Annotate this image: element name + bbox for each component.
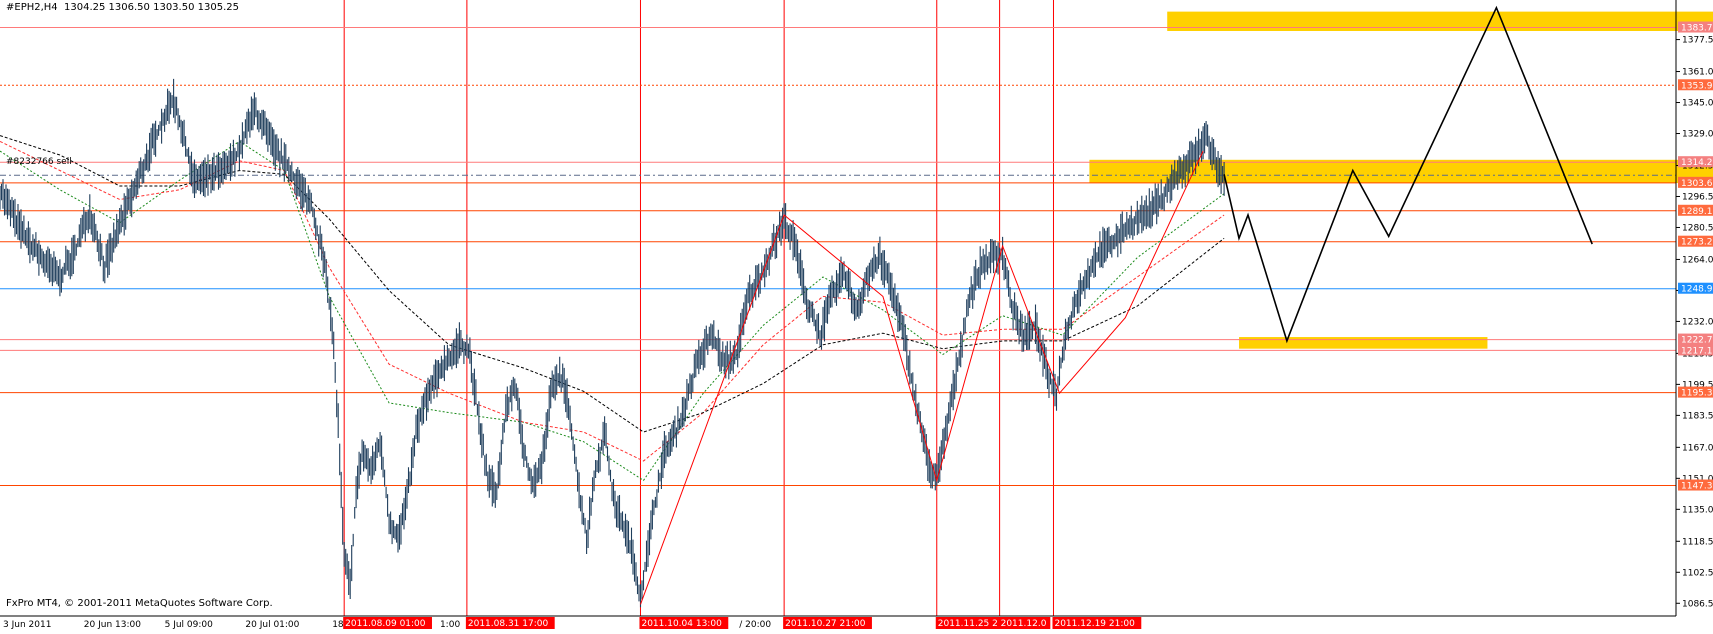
time-marker-tag-label: 2011.12.19 21:00 bbox=[1054, 619, 1135, 629]
price-chart[interactable]: 1377.571361.071345.071329.071312.571296.… bbox=[0, 0, 1713, 630]
y-tick-label: 1377.57 bbox=[1682, 36, 1713, 46]
time-marker-tag-label: 2011.10.04 13:00 bbox=[641, 619, 722, 629]
moving-average-line bbox=[0, 140, 1225, 462]
time-marker-tag-label: 2011.08.31 17:00 bbox=[468, 619, 549, 629]
time-marker-tag-label: 2011.12.0 bbox=[1001, 619, 1047, 629]
y-tick-label: 1345.07 bbox=[1682, 99, 1713, 109]
y-tick-label: 1296.57 bbox=[1682, 192, 1713, 202]
x-tick-label: / 20:00 bbox=[739, 620, 771, 630]
moving-average-line bbox=[0, 135, 1225, 433]
y-tick-label: 1264.07 bbox=[1682, 255, 1713, 265]
y-tick-label: 1135.07 bbox=[1682, 505, 1713, 515]
y-tick-label: 1167.07 bbox=[1682, 443, 1713, 453]
y-tick-label: 1183.57 bbox=[1682, 411, 1713, 421]
y-tick-label: 1102.57 bbox=[1682, 568, 1713, 578]
price-level-tag-label: 1383.79 bbox=[1681, 24, 1713, 34]
target-zone[interactable] bbox=[1167, 11, 1713, 31]
y-tick-label: 1086.57 bbox=[1682, 599, 1713, 609]
x-tick-label: 5 Jul 09:00 bbox=[165, 620, 214, 630]
y-tick-label: 1361.07 bbox=[1682, 68, 1713, 78]
price-level-tag-label: 1314.27 bbox=[1681, 158, 1713, 168]
chart-window[interactable]: 1377.571361.071345.071329.071312.571296.… bbox=[0, 0, 1713, 630]
symbol-header: #EPH2,H4 1304.25 1306.50 1303.50 1305.25 bbox=[6, 2, 239, 13]
price-level-tag-label: 1222.70 bbox=[1681, 336, 1713, 346]
y-tick-label: 1232.07 bbox=[1682, 317, 1713, 327]
x-tick-label: 20 Jul 01:00 bbox=[245, 620, 299, 630]
x-tick-label: 1:00 bbox=[440, 620, 460, 630]
copyright-text: FxPro MT4, © 2001-2011 MetaQuotes Softwa… bbox=[6, 598, 273, 609]
time-marker-tag-label: 2011.10.27 21:00 bbox=[785, 619, 866, 629]
price-level-tag-label: 1147.35 bbox=[1681, 482, 1713, 492]
y-tick-label: 1118.57 bbox=[1682, 537, 1713, 547]
price-level-tag-label: 1303.61 bbox=[1681, 179, 1713, 189]
x-tick-label: 20 Jun 13:00 bbox=[84, 620, 141, 630]
price-level-tag-label: 1289.19 bbox=[1681, 207, 1713, 217]
zigzag-line[interactable] bbox=[640, 150, 1204, 605]
target-zone[interactable] bbox=[1089, 159, 1713, 184]
price-level-tag-label: 1273.23 bbox=[1681, 238, 1713, 248]
target-zone[interactable] bbox=[1239, 337, 1488, 349]
time-marker-tag-label: 2011.08.09 01:00 bbox=[345, 619, 426, 629]
order-label: #8232766 sell bbox=[6, 157, 72, 167]
y-tick-label: 1329.07 bbox=[1682, 130, 1713, 140]
moving-average-line bbox=[0, 140, 1225, 482]
price-level-tag-label: 1217.10 bbox=[1681, 346, 1713, 356]
price-level-tag-label: 1248.95 bbox=[1681, 285, 1713, 295]
price-level-tag-label: 1353.98 bbox=[1681, 81, 1713, 91]
price-level-tag-label: 1195.32 bbox=[1681, 389, 1713, 399]
x-tick-label: 3 Jun 2011 bbox=[3, 620, 51, 630]
y-tick-label: 1280.57 bbox=[1682, 223, 1713, 233]
